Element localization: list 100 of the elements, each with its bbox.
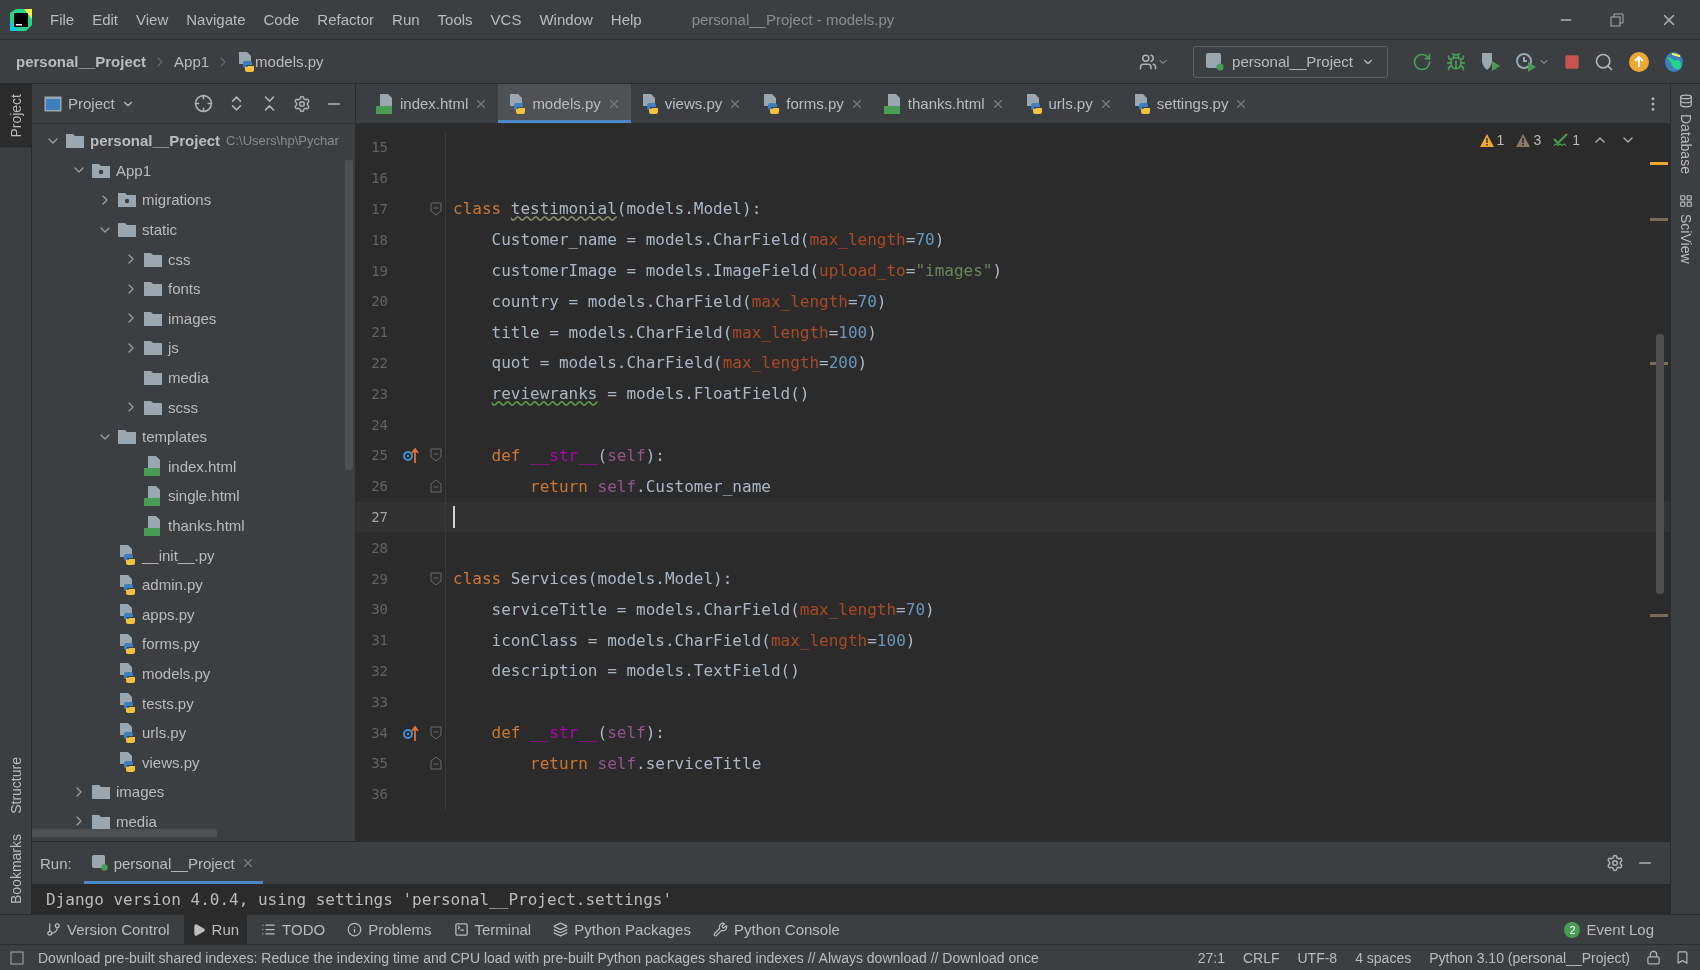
side-tool-tab[interactable]: Bookmarks xyxy=(0,823,31,914)
fold-marker-icon[interactable] xyxy=(429,571,442,586)
menu-item[interactable]: Code xyxy=(255,7,308,32)
tree-item[interactable]: apps.py xyxy=(142,605,195,623)
status-item[interactable]: 27:1 xyxy=(1195,949,1227,966)
scrollbar[interactable] xyxy=(1656,334,1664,594)
tool-window-button[interactable]: Python Console xyxy=(704,915,848,944)
editor-tab[interactable]: forms.py xyxy=(752,84,874,123)
event-log-button[interactable]: 2 Event Log xyxy=(1556,915,1662,944)
database-icon xyxy=(1678,94,1693,108)
breadcrumb[interactable]: models.py xyxy=(255,53,324,70)
bookmark-icon[interactable] xyxy=(1675,950,1690,965)
tree-item[interactable]: thanks.html xyxy=(168,517,245,534)
tool-window-button[interactable]: Terminal xyxy=(445,915,540,944)
locate-icon[interactable] xyxy=(194,94,213,113)
fold-marker-icon[interactable] xyxy=(429,725,442,740)
panel-toggle-icon[interactable] xyxy=(10,950,24,965)
fold-marker-icon[interactable] xyxy=(429,756,442,771)
tree-item[interactable]: media xyxy=(168,369,209,387)
editor-tab[interactable]: index.html xyxy=(366,84,499,123)
code-line: class Services(models.Model): xyxy=(453,569,733,589)
profile-icon[interactable] xyxy=(1516,51,1538,72)
tool-window-button[interactable]: Python Packages xyxy=(545,915,699,944)
folder-icon xyxy=(92,784,110,800)
tree-item[interactable]: views.py xyxy=(142,753,200,771)
tree-item[interactable]: migrations xyxy=(142,191,212,209)
coverage-button[interactable] xyxy=(1480,51,1502,72)
tree-item[interactable]: tests.py xyxy=(142,694,194,712)
tree-item[interactable]: personal__Project xyxy=(90,132,221,150)
menu-item[interactable]: View xyxy=(128,7,177,32)
tree-item[interactable]: admin.py xyxy=(142,576,203,594)
lock-icon[interactable] xyxy=(1646,950,1661,965)
status-item[interactable]: CRLF xyxy=(1240,949,1282,966)
search-button[interactable] xyxy=(1594,51,1614,72)
globe-icon[interactable] xyxy=(1664,50,1684,73)
account-icon[interactable] xyxy=(1139,52,1158,71)
side-tool-tab[interactable]: Database xyxy=(1671,84,1700,184)
breadcrumb[interactable]: personal__Project xyxy=(16,53,147,70)
tree-item[interactable]: __init__.py xyxy=(142,546,215,564)
rerun-button[interactable] xyxy=(1412,51,1432,72)
editor-tab[interactable]: views.py xyxy=(630,84,753,123)
menu-item[interactable]: Edit xyxy=(84,7,127,32)
menu-item[interactable]: Refactor xyxy=(309,7,383,32)
tool-window-button[interactable]: Run xyxy=(183,915,248,944)
editor-tab[interactable]: models.py xyxy=(498,84,631,123)
inspection-count[interactable]: 3 xyxy=(1533,132,1542,148)
fold-marker-icon[interactable] xyxy=(429,448,442,463)
menu-item[interactable]: Tools xyxy=(429,7,481,32)
settings-icon[interactable] xyxy=(293,94,311,113)
tree-item[interactable]: css xyxy=(168,250,191,268)
side-tool-tab[interactable]: SciView xyxy=(1671,183,1700,274)
tree-item[interactable]: static xyxy=(142,221,177,239)
side-tool-tab[interactable]: Project xyxy=(0,84,31,148)
breadcrumb[interactable]: App1 xyxy=(174,53,210,70)
debug-button[interactable] xyxy=(1446,51,1466,72)
tool-window-button[interactable]: Version Control xyxy=(38,915,178,944)
fold-marker-icon[interactable] xyxy=(429,202,442,216)
status-item[interactable]: UTF-8 xyxy=(1295,949,1340,966)
code-line: description = models.TextField() xyxy=(490,661,800,681)
tree-item[interactable]: images xyxy=(116,783,165,801)
tree-item[interactable]: urls.py xyxy=(142,724,187,742)
status-item[interactable]: Python 3.10 (personal__Project) xyxy=(1427,949,1632,966)
inspection-count[interactable]: 1 xyxy=(1496,132,1505,148)
project-view-dropdown[interactable]: Project xyxy=(44,95,135,112)
tree-item[interactable]: models.py xyxy=(142,665,211,682)
menu-item[interactable]: Run xyxy=(384,7,428,32)
line-number: 23 xyxy=(370,385,389,402)
menu-item[interactable]: Navigate xyxy=(178,7,254,32)
update-button[interactable] xyxy=(1628,50,1650,73)
tree-item[interactable]: fonts xyxy=(168,280,201,298)
tool-window-button[interactable]: TODO xyxy=(253,915,334,944)
menu-item[interactable]: VCS xyxy=(482,7,530,32)
editor-tab[interactable]: settings.py xyxy=(1122,84,1259,123)
override-icon[interactable] xyxy=(403,447,419,464)
python-file-icon xyxy=(118,663,136,684)
menu-item[interactable]: Window xyxy=(531,7,601,32)
tree-item[interactable]: templates xyxy=(142,428,208,446)
tree-item[interactable]: images xyxy=(168,309,217,327)
tool-window-button[interactable]: Problems xyxy=(339,915,440,944)
tree-item[interactable]: App1 xyxy=(116,161,152,179)
editor-tab[interactable]: urls.py xyxy=(1014,84,1123,123)
menu-item[interactable]: File xyxy=(42,7,83,32)
tree-item[interactable]: media xyxy=(116,812,157,830)
inspection-count[interactable]: 1 xyxy=(1572,132,1580,148)
side-tool-tab[interactable]: Structure xyxy=(0,747,31,824)
tree-item[interactable]: js xyxy=(168,339,179,357)
status-item[interactable]: 4 spaces xyxy=(1353,949,1414,966)
override-icon[interactable] xyxy=(403,724,419,741)
menu-item[interactable]: Help xyxy=(602,7,650,32)
run-configuration-dropdown[interactable]: personal__Project xyxy=(1193,45,1388,78)
settings-icon[interactable] xyxy=(1606,854,1624,872)
stop-button[interactable] xyxy=(1564,53,1580,70)
tree-item[interactable]: single.html xyxy=(168,487,240,505)
restore-button[interactable] xyxy=(1610,10,1624,29)
scrollbar[interactable] xyxy=(32,829,217,837)
tree-item[interactable]: index.html xyxy=(168,457,237,475)
tree-item[interactable]: forms.py xyxy=(142,635,200,653)
tree-item[interactable]: scss xyxy=(168,398,198,416)
editor-tab[interactable]: thanks.html xyxy=(873,84,1015,123)
fold-marker-icon[interactable] xyxy=(429,479,442,494)
